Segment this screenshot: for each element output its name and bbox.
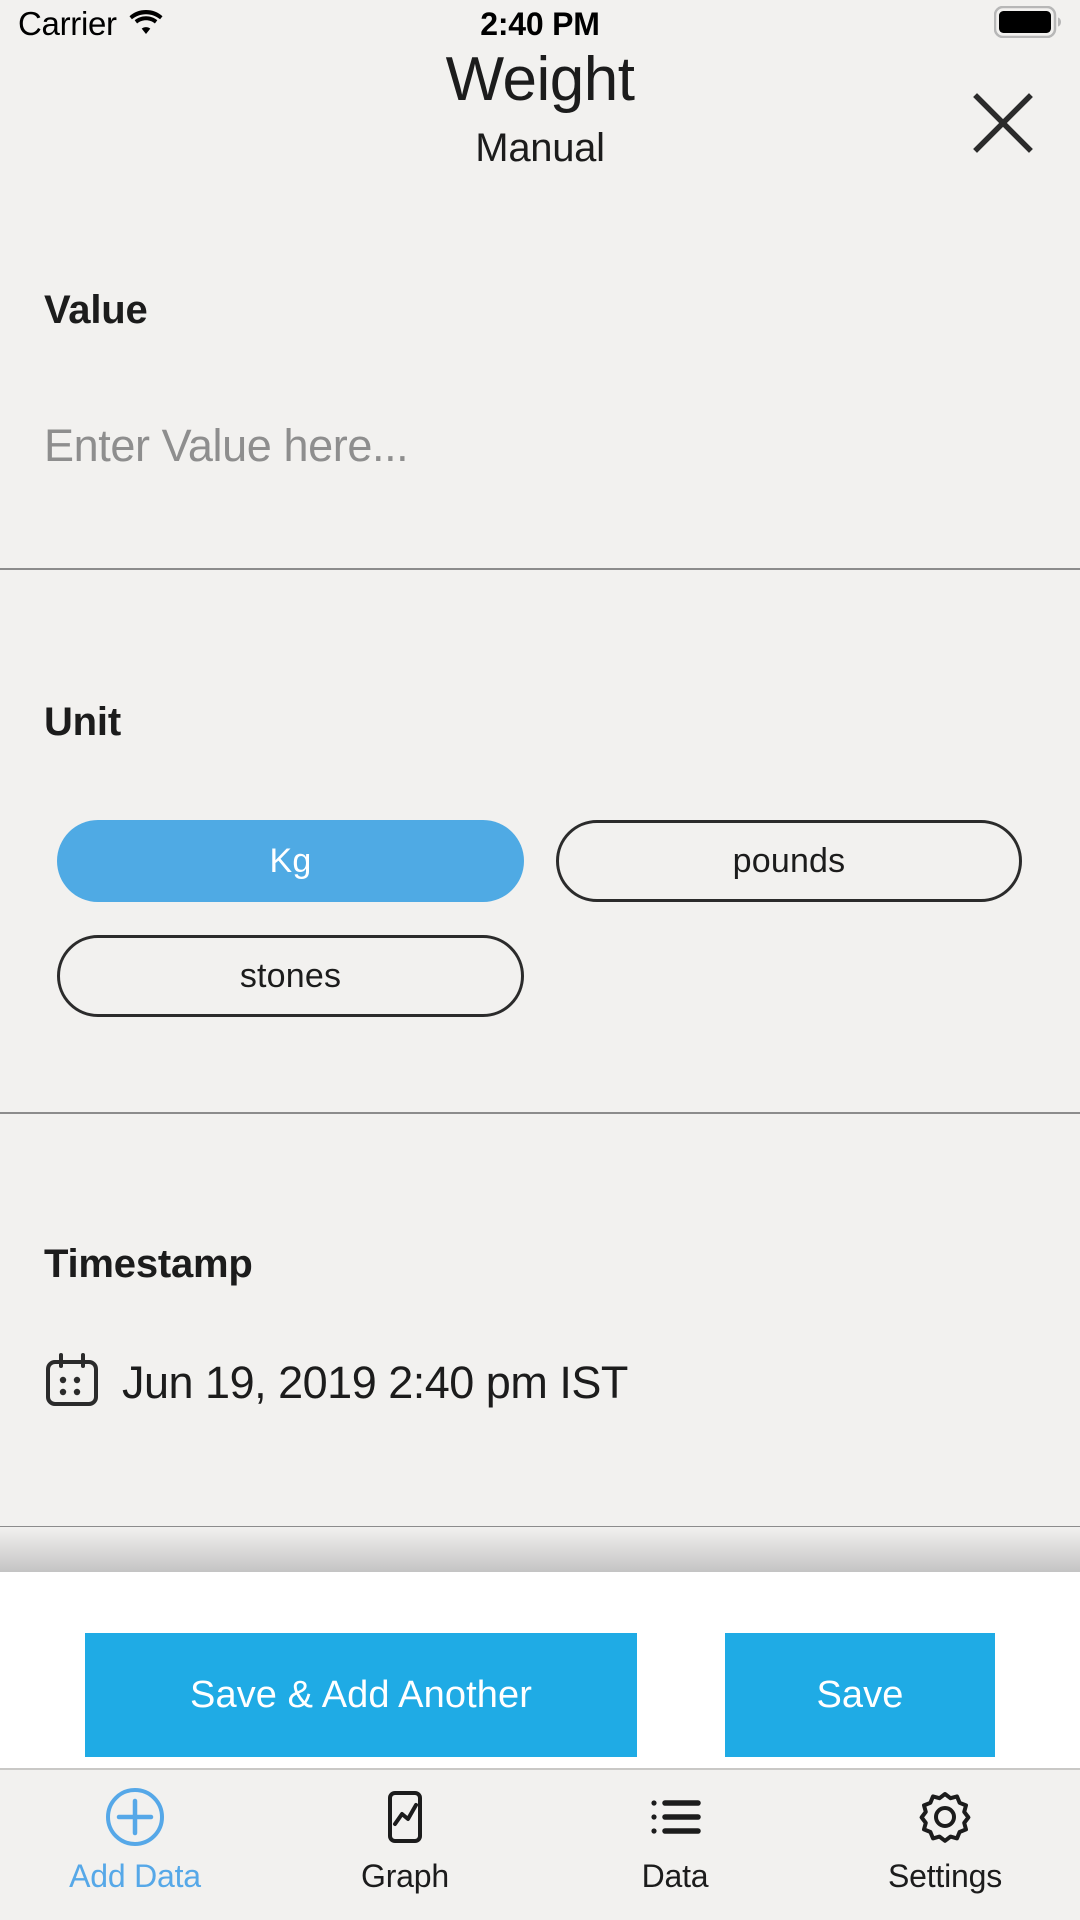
plus-circle-icon: [104, 1784, 166, 1850]
value-input[interactable]: [44, 420, 944, 472]
chart-phone-icon: [374, 1784, 436, 1850]
content-shadow: [0, 1527, 1080, 1572]
unit-option-label: pounds: [732, 841, 846, 880]
save-and-add-another-button[interactable]: Save & Add Another: [85, 1633, 637, 1757]
unit-option-kg[interactable]: Kg: [57, 820, 524, 902]
tab-settings[interactable]: Settings: [810, 1770, 1080, 1920]
timestamp-value: Jun 19, 2019 2:40 pm IST: [122, 1356, 628, 1408]
tab-graph[interactable]: Graph: [270, 1770, 540, 1920]
unit-option-label: stones: [239, 956, 342, 995]
timestamp-section: Timestamp Jun 19, 2019 2:40 pm IST: [0, 1114, 1080, 1528]
list-icon: [644, 1784, 706, 1850]
save-and-add-another-label: Save & Add Another: [190, 1673, 532, 1716]
tab-label: Add Data: [69, 1858, 201, 1894]
timestamp-section-label: Timestamp: [44, 1242, 253, 1286]
value-section-label: Value: [44, 288, 148, 332]
gear-icon: [914, 1784, 976, 1850]
tab-label: Graph: [361, 1858, 449, 1894]
timestamp-value-row[interactable]: Jun 19, 2019 2:40 pm IST: [44, 1352, 628, 1413]
save-button[interactable]: Save: [725, 1633, 995, 1757]
tab-add-data[interactable]: Add Data: [0, 1770, 270, 1920]
tab-data[interactable]: Data: [540, 1770, 810, 1920]
app-screen: Carrier 2:40 PM Weight Manual Value Ente…: [0, 0, 1080, 1920]
tab-bar: Add Data Graph Data Settings: [0, 1768, 1080, 1920]
tab-label: Data: [641, 1858, 709, 1894]
unit-section: Unit Kg pounds stones: [0, 570, 1080, 1114]
unit-option-stones[interactable]: stones: [57, 935, 524, 1017]
unit-section-label: Unit: [44, 700, 121, 744]
tab-label: Settings: [887, 1858, 1003, 1894]
save-label: Save: [816, 1673, 904, 1716]
unit-option-pounds[interactable]: pounds: [556, 820, 1022, 902]
value-section: Value: [0, 0, 1080, 570]
unit-option-label: Kg: [269, 841, 312, 880]
calendar-icon: [44, 1352, 100, 1413]
